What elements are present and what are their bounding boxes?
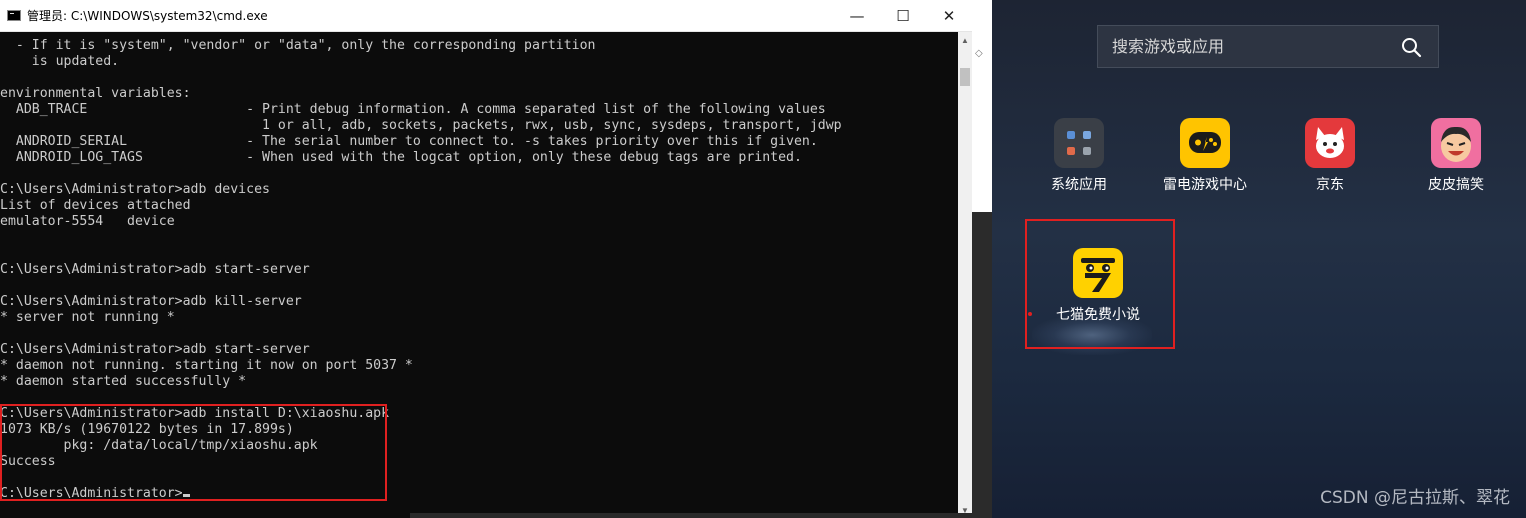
android-emulator-screen: 系统应用 雷电游戏中心 京东: [992, 0, 1526, 518]
terminal-line: Success: [0, 454, 56, 469]
terminal-line: pkg: /data/local/tmp/xiaoshu.apk: [0, 438, 318, 453]
background-window-strip: ◇: [972, 0, 992, 518]
title-bar[interactable]: 管理员: C:\WINDOWS\system32\cmd.exe — ☐ ✕: [0, 0, 972, 32]
search-icon[interactable]: [1400, 36, 1422, 58]
background-window-edge: [410, 513, 972, 518]
gamepad-icon: [1180, 118, 1230, 168]
terminal-line: - If it is "system", "vendor" or "data",…: [0, 38, 596, 53]
terminal-line: 1 or all, adb, sockets, packets, rwx, us…: [0, 118, 842, 133]
terminal-line: C:\Users\Administrator>adb install D:\xi…: [0, 406, 390, 421]
laughing-face-icon: [1431, 118, 1481, 168]
text-cursor: [182, 494, 190, 497]
app-pipi-funny[interactable]: 皮皮搞笑: [1406, 118, 1506, 194]
app-label: 系统应用: [1051, 177, 1107, 193]
window-title: 管理员: C:\WINDOWS\system32\cmd.exe: [27, 9, 268, 23]
cmd-window: 管理员: C:\WINDOWS\system32\cmd.exe — ☐ ✕ -…: [0, 0, 972, 518]
terminal-line: ANDROID_SERIAL - The serial number to co…: [0, 134, 818, 149]
qimao-cat-icon: [1073, 248, 1123, 298]
terminal-prompt: C:\Users\Administrator>: [0, 486, 183, 501]
minimize-button[interactable]: —: [834, 0, 880, 31]
terminal-line: is updated.: [0, 54, 120, 69]
app-label: 七猫免费小说: [1056, 307, 1140, 323]
terminal-line: ADB_TRACE - Print debug information. A c…: [0, 102, 826, 117]
terminal-line: 1073 KB/s (19670122 bytes in 17.899s): [0, 422, 294, 437]
terminal-output[interactable]: - If it is "system", "vendor" or "data",…: [0, 38, 958, 518]
terminal-line: C:\Users\Administrator>adb kill-server: [0, 294, 302, 309]
app-label: 京东: [1316, 177, 1344, 193]
app-system-apps[interactable]: 系统应用: [1029, 118, 1129, 194]
terminal-line: C:\Users\Administrator>adb start-server: [0, 262, 310, 277]
terminal-line: List of devices attached: [0, 198, 191, 213]
app-label: 皮皮搞笑: [1428, 177, 1484, 193]
background-dark-area: [972, 212, 992, 518]
window-controls: — ☐ ✕: [834, 0, 972, 31]
search-input[interactable]: [1112, 37, 1372, 56]
scroll-up-arrow-icon[interactable]: ▲: [958, 32, 972, 48]
app-qimao-novel[interactable]: 七猫免费小说: [1048, 248, 1148, 324]
app-search-bar[interactable]: [1097, 25, 1439, 68]
app-label: 雷电游戏中心: [1163, 177, 1247, 193]
terminal-line: * server not running *: [0, 310, 175, 325]
scroll-thumb[interactable]: [960, 68, 970, 86]
app-thunder-game-center[interactable]: 雷电游戏中心: [1155, 118, 1255, 194]
terminal-line: C:\Users\Administrator>adb devices: [0, 182, 270, 197]
system-apps-folder-icon: [1054, 118, 1104, 168]
close-button[interactable]: ✕: [926, 0, 972, 31]
cmd-app-icon: [7, 10, 21, 21]
terminal-line: ANDROID_LOG_TAGS - When used with the lo…: [0, 150, 802, 165]
csdn-watermark: CSDN @尼古拉斯、翠花: [1320, 488, 1510, 508]
terminal-line: environmental variables:: [0, 86, 191, 101]
app-jd[interactable]: 京东: [1280, 118, 1380, 194]
annotation-dot: [1028, 312, 1032, 316]
jd-dog-icon: [1305, 118, 1355, 168]
vertical-scrollbar[interactable]: ▲ ▼: [958, 32, 972, 518]
terminal-line: C:\Users\Administrator>adb start-server: [0, 342, 310, 357]
terminal-line: * daemon not running. starting it now on…: [0, 358, 413, 373]
terminal-line: emulator-5554 device: [0, 214, 175, 229]
background-glyph: ◇: [975, 48, 983, 59]
terminal-line: * daemon started successfully *: [0, 374, 247, 389]
maximize-button[interactable]: ☐: [880, 0, 926, 31]
